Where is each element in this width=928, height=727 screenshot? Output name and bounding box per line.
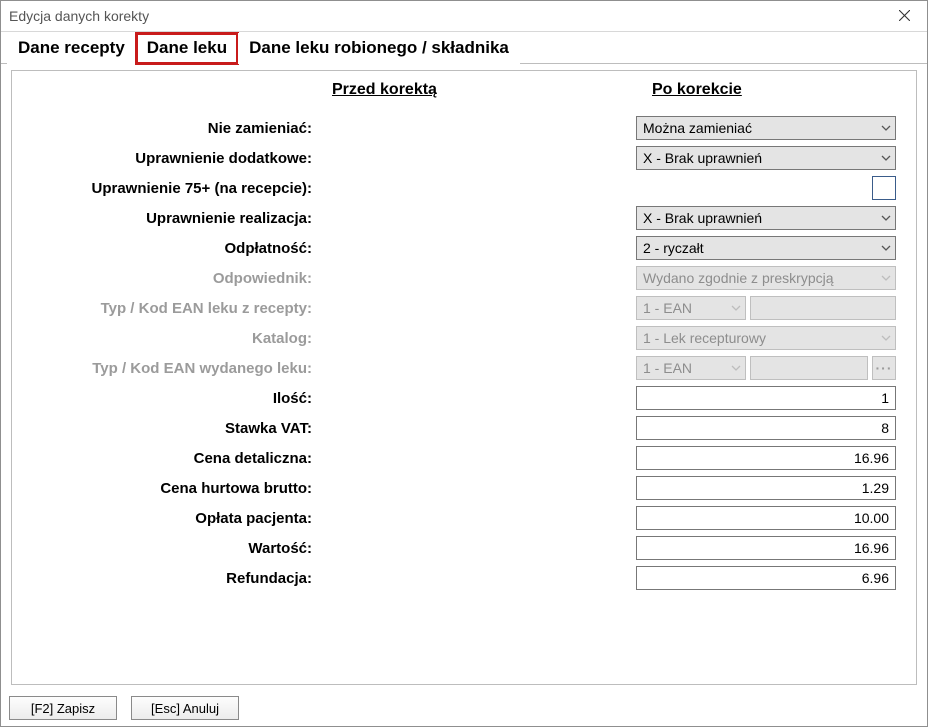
select-uprawnienie-realizacja[interactable]: X - Brak uprawnień <box>636 206 896 230</box>
select-typ-ean-recepty: 1 - EAN <box>636 296 746 320</box>
select-value: 1 - Lek recepturowy <box>643 330 877 346</box>
chevron-down-icon <box>727 305 745 311</box>
content-outer: Przed korektą Po korekcie Nie zamieniać:… <box>1 64 927 690</box>
close-button[interactable] <box>882 1 927 31</box>
value: 1.29 <box>862 480 889 496</box>
value: 10.00 <box>854 510 889 526</box>
window: Edycja danych korekty Dane recepty Dane … <box>0 0 928 727</box>
label-wartosc: Wartość: <box>22 540 316 557</box>
close-icon <box>899 8 910 24</box>
label-cena-hurtowa: Cena hurtowa brutto: <box>22 480 316 497</box>
chevron-down-icon <box>877 215 895 221</box>
label-uprawnienie-75: Uprawnienie 75+ (na recepcie): <box>22 180 316 197</box>
input-cena-detaliczna[interactable]: 16.96 <box>636 446 896 470</box>
value: 6.96 <box>862 570 889 586</box>
select-value: 1 - EAN <box>643 360 727 376</box>
content-panel: Przed korektą Po korekcie Nie zamieniać:… <box>11 70 917 685</box>
input-wartosc[interactable]: 16.96 <box>636 536 896 560</box>
value: 1 <box>881 390 889 406</box>
tab-dane-leku-robionego[interactable]: Dane leku robionego / składnika <box>238 33 520 64</box>
select-value: Można zamieniać <box>643 120 877 136</box>
chevron-down-icon <box>877 125 895 131</box>
ellipsis-icon: ··· <box>876 360 893 376</box>
label-refundacja: Refundacja: <box>22 570 316 587</box>
browse-ean-button: ··· <box>872 356 896 380</box>
select-value: X - Brak uprawnień <box>643 150 877 166</box>
input-refundacja[interactable]: 6.96 <box>636 566 896 590</box>
select-odplatnosc[interactable]: 2 - ryczałt <box>636 236 896 260</box>
select-nie-zamieniac[interactable]: Można zamieniać <box>636 116 896 140</box>
tab-dane-recepty[interactable]: Dane recepty <box>7 33 136 64</box>
column-headers: Przed korektą Po korekcie <box>22 81 896 99</box>
select-katalog: 1 - Lek recepturowy <box>636 326 896 350</box>
label-typ-ean-wydanego: Typ / Kod EAN wydanego leku: <box>22 360 316 377</box>
label-cena-detaliczna: Cena detaliczna: <box>22 450 316 467</box>
label-typ-ean-recepty: Typ / Kod EAN leku z recepty: <box>22 300 316 317</box>
select-odpowiednik: Wydano zgodnie z preskrypcją <box>636 266 896 290</box>
select-value: X - Brak uprawnień <box>643 210 877 226</box>
chevron-down-icon <box>877 275 895 281</box>
label-katalog: Katalog: <box>22 330 316 347</box>
input-uprawnienie-75[interactable] <box>872 176 896 200</box>
label-uprawnienie-realizacja: Uprawnienie realizacja: <box>22 210 316 227</box>
label-stawka-vat: Stawka VAT: <box>22 420 316 437</box>
titlebar: Edycja danych korekty <box>1 1 927 32</box>
label-uprawnienie-dodatkowe: Uprawnienie dodatkowe: <box>22 150 316 167</box>
header-przed-korekta: Przed korektą <box>332 81 472 99</box>
label-odpowiednik: Odpowiednik: <box>22 270 316 287</box>
input-ilosc[interactable]: 1 <box>636 386 896 410</box>
label-odplatnosc: Odpłatność: <box>22 240 316 257</box>
save-button[interactable]: [F2] Zapisz <box>9 696 117 720</box>
select-value: 1 - EAN <box>643 300 727 316</box>
input-oplata-pacjenta[interactable]: 10.00 <box>636 506 896 530</box>
input-kod-ean-wydanego <box>750 356 868 380</box>
label-oplata-pacjenta: Opłata pacjenta: <box>22 510 316 527</box>
select-value: Wydano zgodnie z preskrypcją <box>643 270 877 286</box>
chevron-down-icon <box>727 365 745 371</box>
chevron-down-icon <box>877 245 895 251</box>
value: 8 <box>881 420 889 436</box>
chevron-down-icon <box>877 155 895 161</box>
tab-dane-leku[interactable]: Dane leku <box>136 33 238 64</box>
footer: [F2] Zapisz [Esc] Anuluj <box>1 690 927 726</box>
input-cena-hurtowa[interactable]: 1.29 <box>636 476 896 500</box>
label-nie-zamieniac: Nie zamieniać: <box>22 120 316 137</box>
tab-strip: Dane recepty Dane leku Dane leku robione… <box>1 32 927 64</box>
header-po-korekcie: Po korekcie <box>652 81 742 99</box>
select-uprawnienie-dodatkowe[interactable]: X - Brak uprawnień <box>636 146 896 170</box>
value: 16.96 <box>854 540 889 556</box>
chevron-down-icon <box>877 335 895 341</box>
input-kod-ean-recepty <box>750 296 896 320</box>
window-title: Edycja danych korekty <box>9 8 882 24</box>
value: 16.96 <box>854 450 889 466</box>
cancel-button[interactable]: [Esc] Anuluj <box>131 696 239 720</box>
label-ilosc: Ilość: <box>22 390 316 407</box>
select-typ-ean-wydanego: 1 - EAN <box>636 356 746 380</box>
select-value: 2 - ryczałt <box>643 240 877 256</box>
input-stawka-vat[interactable]: 8 <box>636 416 896 440</box>
